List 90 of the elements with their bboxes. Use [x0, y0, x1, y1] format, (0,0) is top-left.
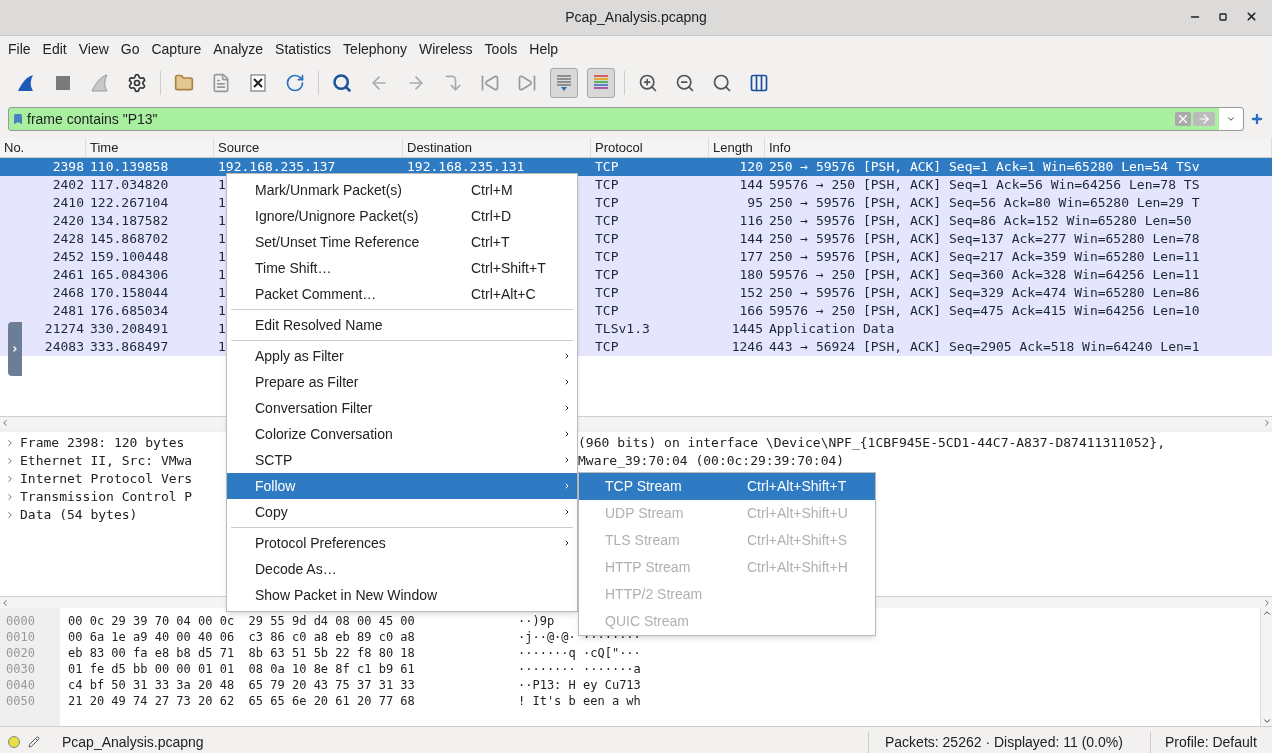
table-cell: 165.084306 — [90, 267, 169, 282]
hex-bytes: 01 fe d5 bb 00 00 01 01 08 0a 10 8e 8f c1 b9 61 — [68, 662, 415, 676]
table-cell: TCP — [595, 267, 619, 282]
byte-offset: 0000 — [6, 614, 35, 628]
table-cell: TCP — [595, 177, 619, 192]
table-cell: 2428 — [52, 231, 84, 246]
table-cell: 24083 — [44, 339, 84, 354]
table-cell: 166 — [739, 303, 763, 318]
table-cell: 59576 → 250 [PSH, ACK] Seq=475 Ack=415 Win=64256 Len=10 — [769, 303, 1200, 318]
table-cell: 122.267104 — [90, 195, 169, 210]
table-cell: 144 — [739, 231, 763, 246]
table-cell: 250 → 59576 [PSH, ACK] Seq=217 Ack=359 Win=65280 Len=11 — [769, 249, 1200, 264]
table-cell: TCP — [595, 231, 619, 246]
table-cell: 134.187582 — [90, 213, 169, 228]
table-cell: TCP — [595, 285, 619, 300]
ascii-bytes: ········ ·······a — [518, 661, 641, 676]
table-cell: TCP — [595, 303, 619, 318]
table-cell: 176.685034 — [90, 303, 169, 318]
table-cell: TCP — [595, 213, 619, 228]
table-cell: 120 — [739, 159, 763, 174]
table-cell: Application Data — [769, 321, 895, 336]
table-cell: 2410 — [52, 195, 84, 210]
table-cell: 333.868497 — [90, 339, 169, 354]
table-cell: TCP — [595, 339, 619, 354]
status-profile: Profile: Default — [1150, 731, 1272, 753]
status-packets: Packets: 25262 · Displayed: 11 (0.0%) — [868, 731, 1150, 753]
table-cell: 144 — [739, 177, 763, 192]
table-cell: 1 — [218, 285, 226, 300]
table-cell: 117.034820 — [90, 177, 169, 192]
table-cell: 250 → 59576 [PSH, ACK] Seq=86 Ack=152 Win=65280 Len=50 — [769, 213, 1192, 228]
table-cell: 2481 — [52, 303, 84, 318]
table-cell: 2461 — [52, 267, 84, 282]
table-cell: 2420 — [52, 213, 84, 228]
table-cell: 152 — [739, 285, 763, 300]
table-cell: 330.208491 — [90, 321, 169, 336]
table-cell: 59576 → 250 [PSH, ACK] Seq=360 Ack=328 Win=64256 Len=11 — [769, 267, 1200, 282]
table-cell: 1 — [218, 213, 226, 228]
table-cell: 110.139858 — [90, 159, 169, 174]
status-file: Pcap_Analysis.pcapng — [62, 732, 205, 752]
table-cell: 1 — [218, 267, 226, 282]
table-cell: 250 → 59576 [PSH, ACK] Seq=56 Ack=80 Win=65280 Len=29 T — [769, 195, 1200, 210]
hex-bytes: eb 83 00 fa e8 b8 d5 71 8b 63 51 5b 22 f8 80 18 — [68, 646, 415, 660]
table-cell: 159.100448 — [90, 249, 169, 264]
ascii-bytes: ··)9p — [518, 613, 555, 628]
table-cell: 145.868702 — [90, 231, 169, 246]
table-cell: TLSv1.3 — [595, 321, 650, 336]
filter-text: frame contains "P13" — [27, 109, 159, 129]
table-cell: 116 — [739, 213, 763, 228]
table-cell: 1 — [218, 231, 226, 246]
table-cell: TCP — [595, 249, 619, 264]
table-cell: 2398 — [52, 159, 84, 174]
table-cell: 1 — [218, 303, 226, 318]
byte-offset: 0010 — [6, 630, 35, 644]
table-cell: 95 — [747, 195, 763, 210]
hex-bytes: c4 bf 50 31 33 3a 20 48 65 79 20 43 75 37 31 33 — [68, 678, 415, 692]
table-cell: 1 — [218, 249, 226, 264]
table-cell: 443 → 56924 [PSH, ACK] Seq=2905 Ack=518 Win=64240 Len=1 — [769, 339, 1200, 354]
table-cell: 1246 — [731, 339, 763, 354]
ascii-bytes: ··P13: H ey Cu713 — [518, 677, 641, 692]
hex-bytes: 00 6a 1e a9 40 00 40 06 c3 86 c0 a8 eb 89 c0 a8 — [68, 630, 415, 644]
table-cell: 1445 — [731, 321, 763, 336]
table-cell: 2402 — [52, 177, 84, 192]
table-cell: 2468 — [52, 285, 84, 300]
table-cell: TCP — [595, 195, 619, 210]
table-cell: 1 — [218, 321, 226, 336]
byte-offset: 0050 — [6, 694, 35, 708]
table-cell: 250 → 59576 [PSH, ACK] Seq=1 Ack=1 Win=65280 Len=54 TSv — [769, 159, 1200, 174]
table-cell: 1 — [218, 177, 226, 192]
byte-offset: 0040 — [6, 678, 35, 692]
ascii-bytes: ·j··@·@· ········ — [518, 629, 641, 644]
table-cell: 177 — [739, 249, 763, 264]
table-cell: 21274 — [44, 321, 84, 336]
hex-bytes: 00 0c 29 39 70 04 00 0c 29 55 9d d4 08 00 45 00 — [68, 614, 415, 628]
table-cell: 170.158044 — [90, 285, 169, 300]
table-cell: 1 — [218, 339, 226, 354]
table-cell: 180 — [739, 267, 763, 282]
window-title: Pcap_Analysis.pcapng — [565, 8, 707, 27]
table-cell: 1 — [218, 195, 226, 210]
ascii-bytes: ! It's b een a wh — [518, 693, 641, 708]
table-cell: 250 → 59576 [PSH, ACK] Seq=137 Ack=277 Win=65280 Len=78 — [769, 231, 1200, 246]
hex-bytes: 21 20 49 74 27 73 20 62 65 65 6e 20 61 20 77 68 — [68, 694, 415, 708]
table-cell: 192.168.235.137 — [218, 159, 336, 174]
byte-offset: 0030 — [6, 662, 35, 676]
table-cell: 2452 — [52, 249, 84, 264]
byte-offset: 0020 — [6, 646, 35, 660]
table-cell: 250 → 59576 [PSH, ACK] Seq=329 Ack=474 Win=65280 Len=86 — [769, 285, 1200, 300]
table-cell: 192.168.235.131 — [407, 159, 525, 174]
table-cell: 59576 → 250 [PSH, ACK] Seq=1 Ack=56 Win=64256 Len=78 TS — [769, 177, 1200, 192]
table-cell: TCP — [595, 159, 619, 174]
ascii-bytes: ·······q ·cQ["··· — [518, 645, 641, 660]
